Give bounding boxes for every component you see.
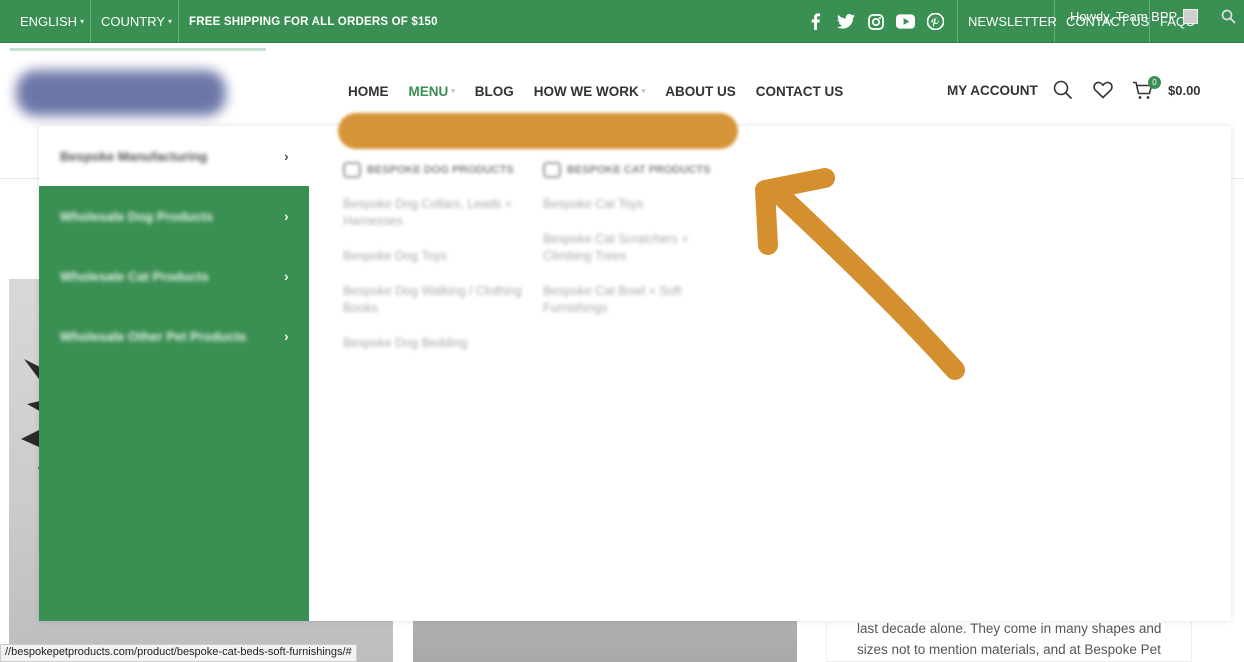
nav-label: ABOUT US [665, 83, 736, 99]
language-label: ENGLISH [20, 14, 78, 29]
divider [957, 0, 958, 43]
nav-label: CONTACT US [755, 83, 844, 99]
chevron-down-icon: ▾ [80, 17, 85, 26]
menu-column-dog: BESPOKE DOG PRODUCTS Bespoke Dog Collars… [343, 162, 523, 352]
chevron-right-icon: › [284, 148, 289, 164]
chevron-down-icon: ▾ [641, 88, 646, 95]
category-panel: Wholesale Dog Products › Wholesale Cat P… [39, 186, 309, 621]
mega-menu-dropdown: Bespoke Manufacturing › Wholesale Dog Pr… [39, 126, 1231, 621]
wishlist-heart-icon[interactable] [1092, 79, 1114, 101]
category-label: Wholesale Dog Products [60, 208, 214, 224]
country-selector[interactable]: COUNTRY ▾ [101, 0, 172, 43]
chevron-right-icon: › [284, 328, 289, 344]
nav-label: HOME [348, 83, 389, 99]
description-text: last decade alone. They come in many sha… [857, 621, 1162, 657]
category-label: Wholesale Other Pet Products [60, 328, 247, 344]
youtube-icon[interactable] [896, 12, 915, 31]
divider [178, 0, 179, 43]
search-icon[interactable] [1052, 79, 1074, 101]
menu-category-wholesale-other[interactable]: Wholesale Other Pet Products › [39, 306, 309, 366]
menu-column-cat: BESPOKE CAT PRODUCTS Bespoke Cat Toys Be… [543, 162, 723, 317]
menu-link[interactable]: Bespoke Dog Collars, Leads + Harnesses [343, 196, 523, 230]
logo-image [16, 70, 226, 116]
admin-search-icon[interactable] [1221, 9, 1236, 27]
column-title: BESPOKE CAT PRODUCTS [567, 164, 711, 176]
dog-icon [343, 162, 361, 178]
top-bar: ENGLISH ▾ COUNTRY ▾ FREE SHIPPING FOR ALL … [0, 0, 1244, 43]
nav-label: BLOG [474, 83, 514, 99]
twitter-icon[interactable] [836, 12, 855, 31]
column-heading[interactable]: BESPOKE DOG PRODUCTS [343, 162, 523, 178]
nav-blog[interactable]: BLOG [475, 84, 514, 99]
divider [1054, 0, 1055, 43]
pinterest-icon[interactable] [926, 12, 945, 31]
site-logo[interactable] [10, 48, 266, 120]
menu-category-wholesale-dog[interactable]: Wholesale Dog Products › [39, 186, 309, 246]
menu-category-bespoke-manufacturing[interactable]: Bespoke Manufacturing › [39, 126, 309, 186]
menu-link[interactable]: Bespoke Cat Toys [543, 196, 723, 213]
menu-link[interactable]: Bespoke Cat Bowl + Soft Furnishings [543, 283, 723, 317]
annotation-scribble [338, 113, 738, 149]
category-label: Bespoke Manufacturing [60, 148, 208, 164]
nav-how-we-work[interactable]: HOW WE WORK ▾ [534, 84, 646, 99]
nav-menu[interactable]: MENU ▾ [409, 84, 455, 99]
menu-link[interactable]: Bespoke Dog Toys [343, 248, 523, 265]
column-title: BESPOKE DOG PRODUCTS [367, 164, 514, 176]
nav-label: MENU [408, 83, 449, 99]
cart-count-badge: 0 [1148, 76, 1161, 89]
country-label: COUNTRY [101, 14, 166, 29]
instagram-icon[interactable] [866, 12, 885, 31]
avatar [1183, 9, 1199, 24]
nav-contact-us[interactable]: CONTACT US [756, 84, 844, 99]
chevron-right-icon: › [284, 268, 289, 284]
menu-link[interactable]: Bespoke Dog Walking / Clothing Books [343, 283, 523, 317]
column-heading[interactable]: BESPOKE CAT PRODUCTS [543, 162, 723, 178]
free-shipping-text: FREE SHIPPING FOR ALL ORDERS OF $150 [189, 15, 438, 28]
howdy-text: Howdy, Team BPP [1070, 9, 1178, 24]
annotation-arrow-icon [755, 168, 965, 380]
category-label: Wholesale Cat Products [60, 268, 209, 284]
nav-about-us[interactable]: ABOUT US [665, 84, 736, 99]
admin-account[interactable]: Howdy, Team BPP [1070, 9, 1199, 24]
logo-border [10, 48, 266, 51]
newsletter-link[interactable]: NEWSLETTER [968, 0, 1057, 43]
menu-category-wholesale-cat[interactable]: Wholesale Cat Products › [39, 246, 309, 306]
divider [90, 0, 91, 43]
browser-status-url: //bespokepetproducts.com/product/bespoke… [0, 644, 357, 662]
nav-label: HOW WE WORK [533, 83, 639, 99]
my-account-link[interactable]: MY ACCOUNT [947, 83, 1038, 98]
chevron-down-icon: ▾ [168, 17, 173, 26]
nav-home[interactable]: HOME [348, 84, 389, 99]
cat-icon [543, 162, 561, 178]
chevron-down-icon: ▾ [451, 88, 455, 95]
menu-link[interactable]: Bespoke Cat Scratchers + Climbing Trees [543, 231, 723, 265]
menu-link[interactable]: Bespoke Dog Bedding [343, 335, 523, 352]
chevron-right-icon: › [284, 208, 289, 224]
language-selector[interactable]: ENGLISH ▾ [20, 0, 84, 43]
social-links [806, 0, 945, 43]
facebook-icon[interactable] [806, 12, 825, 31]
cart-total[interactable]: $0.00 [1168, 83, 1201, 98]
